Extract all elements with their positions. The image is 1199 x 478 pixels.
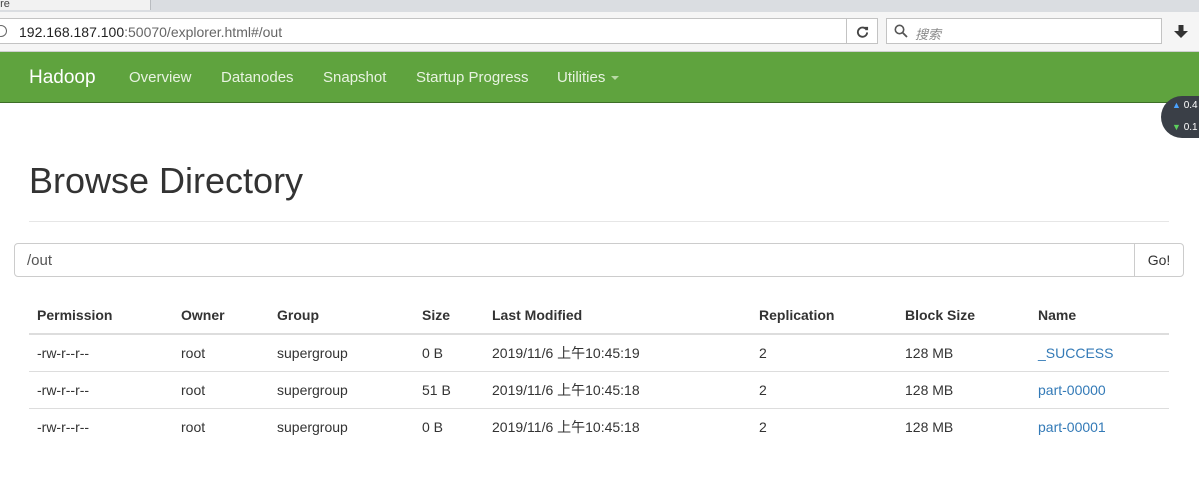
header-group[interactable]: Group <box>269 296 414 335</box>
cell-name: part-00000 <box>1030 371 1169 409</box>
nav-overview[interactable]: Overview <box>129 69 192 86</box>
cell-name: part-00001 <box>1030 408 1169 445</box>
cell-block-size: 128 MB <box>897 371 1030 409</box>
navbar: Hadoop Overview Datanodes Snapshot Start… <box>0 52 1199 103</box>
cell-modified: 2019/11/6 上午10:45:19 <box>492 345 640 361</box>
header-owner[interactable]: Owner <box>173 296 269 335</box>
go-button[interactable]: Go! <box>1134 243 1184 277</box>
cell-name: _SUCCESS <box>1030 334 1169 372</box>
search-placeholder: 搜索 <box>915 27 942 42</box>
nav-startup-progress[interactable]: Startup Progress <box>416 69 529 86</box>
cell-modified: 2019/11/6 上午10:45:18 <box>484 371 751 409</box>
header-block-size[interactable]: Block Size <box>897 296 1030 335</box>
file-link[interactable]: _SUCCESS <box>1038 345 1113 361</box>
page-title: Browse Directory <box>29 160 304 201</box>
net-speed-widget[interactable]: ▲ 0.4 ▼ 0.1 <box>1161 96 1199 138</box>
upload-speed: ▲ 0.4 <box>1172 100 1198 111</box>
search-icon <box>894 24 908 38</box>
reload-icon <box>856 26 868 38</box>
cell-group: supergroup <box>269 371 414 409</box>
table-row: -rw-r--r-- root supergroup 0 B 2019/11/6… <box>29 408 1169 445</box>
table-row: -rw-r--r-- root supergroup 51 B 2019/11/… <box>29 371 1169 409</box>
address-bar[interactable]: 192.168.187.100:50070/explorer.html#/out <box>0 18 846 44</box>
browser-tab-title: ore <box>0 0 10 10</box>
caret-down-icon <box>611 76 620 81</box>
cell-permission: -rw-r--r-- <box>29 371 173 409</box>
file-link[interactable]: part-00000 <box>1038 382 1106 398</box>
cell-modified: 2019/11/6 上午10:45:18 <box>484 408 751 445</box>
nav-datanodes[interactable]: Datanodes <box>221 69 294 86</box>
cell-replication: 2 <box>751 371 897 409</box>
cell-size: 0 B <box>422 345 444 361</box>
header-replication[interactable]: Replication <box>751 296 897 335</box>
cell-replication: 2 <box>759 345 767 361</box>
cell-owner: root <box>173 408 269 445</box>
directory-path-input[interactable] <box>14 243 1135 277</box>
download-speed: ▼ 0.1 <box>1172 122 1198 133</box>
brand-logo[interactable]: Hadoop <box>29 67 96 89</box>
browser-tab-strip: ore <box>0 0 1199 12</box>
cell-replication: 2 <box>751 408 897 445</box>
cell-size: 0 B <box>414 408 484 445</box>
arrow-down-icon: ▼ <box>1172 122 1181 132</box>
file-table: Permission Owner Group Size Last Modifie… <box>29 296 1169 445</box>
reload-button[interactable] <box>846 18 878 44</box>
nav-utilities-label: Utilities <box>557 69 606 86</box>
download-icon[interactable] <box>1174 25 1188 39</box>
header-size[interactable]: Size <box>414 296 484 335</box>
title-divider <box>29 221 1169 222</box>
nav-utilities[interactable]: Utilities <box>557 69 620 86</box>
cell-owner: root <box>173 371 269 409</box>
header-name[interactable]: Name <box>1030 296 1169 335</box>
search-box[interactable]: 搜索 <box>886 18 1162 44</box>
cell-block-size: 128 MB <box>897 408 1030 445</box>
cell-permission: -rw-r--r-- <box>29 408 173 445</box>
arrow-up-icon: ▲ <box>1172 100 1181 110</box>
file-link[interactable]: part-00001 <box>1038 419 1106 435</box>
browser-toolbar: 192.168.187.100:50070/explorer.html#/out… <box>0 12 1199 52</box>
address-url[interactable]: 192.168.187.100:50070/explorer.html#/out <box>19 24 282 40</box>
table-header-row: Permission Owner Group Size Last Modifie… <box>29 296 1169 335</box>
cell-group: supergroup <box>269 408 414 445</box>
cell-owner: root <box>181 345 206 361</box>
globe-icon <box>0 25 7 37</box>
header-permission[interactable]: Permission <box>29 296 173 335</box>
table-row: -rw-r--r-- root supergroup 0 B 2019/11/6… <box>29 334 1169 372</box>
cell-size: 51 B <box>414 371 484 409</box>
browser-tab[interactable]: ore <box>0 0 151 10</box>
cell-block-size: 128 MB <box>905 345 954 361</box>
cell-permission: -rw-r--r-- <box>37 345 90 361</box>
header-last-modified[interactable]: Last Modified <box>484 296 751 335</box>
nav-snapshot[interactable]: Snapshot <box>323 69 386 86</box>
cell-group: supergroup <box>277 345 348 361</box>
